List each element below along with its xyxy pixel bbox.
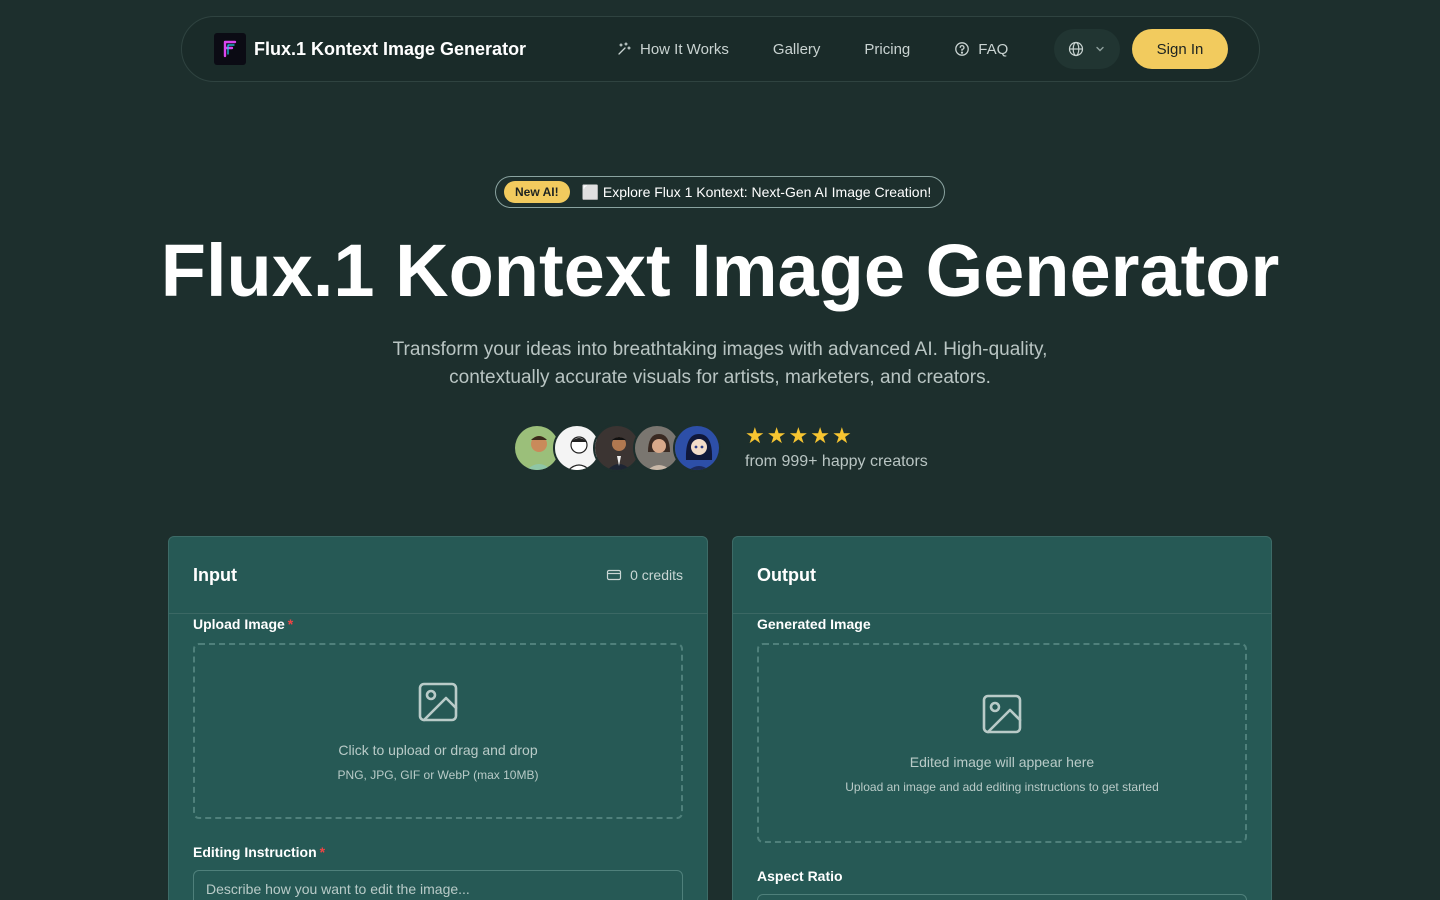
star-icon: ★ [831,423,852,448]
logo-icon [214,33,246,65]
rating-stars: ★ ★ ★ ★ ★ [745,425,928,447]
output-panel-header: Output [733,537,1271,614]
image-icon [982,694,1022,734]
generated-image-label: Generated Image [757,616,871,632]
output-empty-subtext: Upload an image and add editing instruct… [845,780,1159,794]
star-icon: ★ [810,423,830,448]
new-badge: New AI! [504,181,570,203]
nav-link-pricing[interactable]: Pricing [842,41,932,58]
editing-instruction-label: Editing Instruction * [193,844,325,860]
image-icon [418,682,458,722]
upload-dropzone[interactable]: Click to upload or drag and drop PNG, JP… [193,643,683,819]
required-mark: * [287,616,294,632]
input-panel-header: Input 0 credits [169,537,707,614]
nav-link-label: How It Works [640,40,729,58]
chevron-down-icon [1096,46,1104,52]
help-circle-icon [955,42,970,56]
navbar: Flux.1 Kontext Image Generator How It Wo… [181,16,1260,82]
page-title: Flux.1 Kontext Image Generator [160,229,1280,312]
credits-count: 0 credits [630,567,683,583]
upload-hint: Click to upload or drag and drop [338,742,538,758]
star-icon: ★ [745,423,765,448]
credits-badge: 0 credits [606,567,683,583]
rating: ★ ★ ★ ★ ★ from 999+ happy creators [745,425,928,471]
sparkles-icon [618,42,631,55]
sign-in-button[interactable]: Sign In [1132,29,1228,69]
star-icon: ★ [788,423,809,448]
upload-image-label-text: Upload Image [193,616,285,632]
aspect-ratio-select[interactable] [757,894,1247,900]
nav-link-faq[interactable]: FAQ [932,41,1030,58]
star-icon: ★ [766,423,787,448]
nav-link-label: Pricing [864,40,911,58]
avatar [673,424,721,472]
upload-image-label: Upload Image * [193,616,293,632]
upload-formats: PNG, JPG, GIF or WebP (max 10MB) [337,768,539,782]
output-panel-title: Output [757,564,816,585]
nav-link-how-it-works[interactable]: How It Works [594,41,751,58]
input-panel: Input 0 credits Upload Image * Click to u… [168,536,708,900]
social-proof: ★ ★ ★ ★ ★ from 999+ happy creators [513,424,928,472]
hero-subtitle-line-1: Transform your ideas into breathtaking i… [392,339,1048,360]
nav-link-label: Gallery [772,40,821,58]
nav-link-label: FAQ [978,40,1009,58]
rating-text: from 999+ happy creators [745,453,928,470]
announcement-text: ⬜ Explore Flux 1 Kontext: Next-Gen AI Im… [581,183,932,200]
hero-subtitle: Transform your ideas into breathtaking i… [320,336,1120,392]
globe-icon [1068,41,1084,57]
editing-instruction-input[interactable] [193,870,683,900]
brand-name: Flux.1 Kontext Image Generator [254,38,527,59]
avatar-group [513,424,721,472]
output-panel: Output Generated Image Edited image will… [732,536,1272,900]
output-empty-text: Edited image will appear here [909,754,1095,770]
hero-subtitle-line-2: contextually accurate visuals for artist… [449,367,991,388]
credit-card-icon [606,569,622,581]
brand[interactable]: Flux.1 Kontext Image Generator [214,33,526,65]
output-preview: Edited image will appear here Upload an … [757,643,1247,843]
editing-instruction-label-text: Editing Instruction [193,844,317,860]
aspect-ratio-label: Aspect Ratio [757,868,843,884]
nav-links: How It Works Gallery Pricing FAQ [594,17,1030,81]
input-panel-title: Input [193,564,237,585]
language-selector[interactable] [1054,29,1120,69]
required-mark: * [319,844,326,860]
announcement-banner[interactable]: New AI! ⬜ Explore Flux 1 Kontext: Next-G… [495,176,945,208]
nav-link-gallery[interactable]: Gallery [751,41,843,58]
